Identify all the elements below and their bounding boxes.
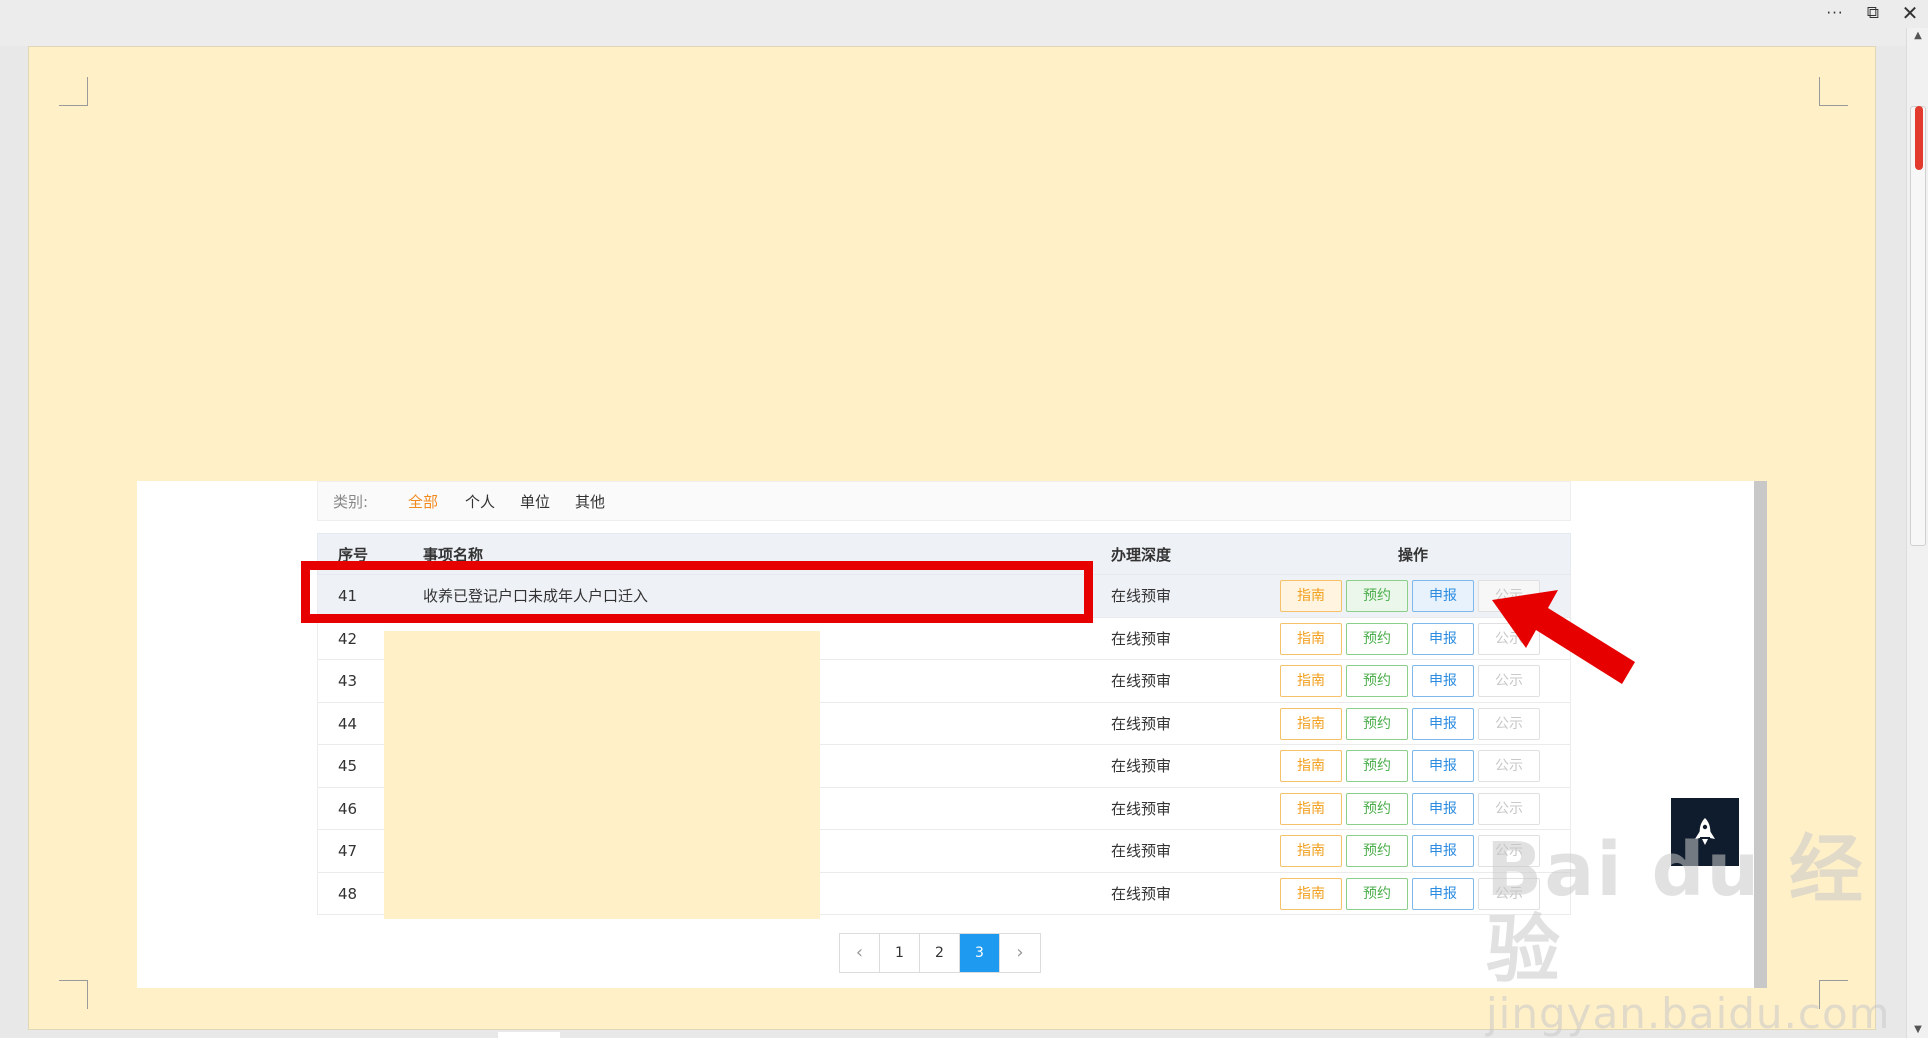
book-button[interactable]: 预约 <box>1346 792 1408 825</box>
apply-button[interactable]: 申报 <box>1412 792 1474 825</box>
embedded-screenshot: 类别: 全部 个人 单位 其他 序号 事项名称 办理深度 操作 41 收养已登记… <box>137 481 1767 988</box>
book-button[interactable]: 预约 <box>1346 835 1408 867</box>
row-depth: 在线预审 <box>1111 799 1172 818</box>
row-number: 48 <box>338 884 358 903</box>
apply-button[interactable]: 申报 <box>1412 750 1474 782</box>
apply-button[interactable]: 申报 <box>1412 665 1474 697</box>
annotation-highlight-box <box>301 561 1093 623</box>
guide-button[interactable]: 指南 <box>1280 792 1342 825</box>
page-corner-mark <box>1819 77 1848 106</box>
publicity-button[interactable]: 公示 <box>1478 750 1540 782</box>
scroll-up-arrow-icon[interactable]: ▲ <box>1911 30 1925 42</box>
row-number: 45 <box>338 757 358 775</box>
redaction-mask <box>384 631 820 919</box>
page-corner-mark <box>1819 980 1848 1009</box>
book-button[interactable]: 预约 <box>1346 750 1408 782</box>
guide-button[interactable]: 指南 <box>1280 750 1342 782</box>
book-button[interactable]: 预约 <box>1346 580 1408 612</box>
row-number: 46 <box>338 799 358 818</box>
category-label: 类别: <box>333 493 369 511</box>
guide-button[interactable]: 指南 <box>1280 877 1342 910</box>
prev-page-button[interactable]: ‹ <box>840 934 880 972</box>
apply-button[interactable]: 申报 <box>1412 580 1474 612</box>
rocket-icon <box>1695 818 1715 845</box>
row-number: 43 <box>338 672 358 690</box>
row-depth: 在线预审 <box>1111 629 1172 648</box>
publicity-button[interactable]: 公示 <box>1478 835 1540 867</box>
guide-button[interactable]: 指南 <box>1280 707 1342 740</box>
red-arrow-icon <box>1492 590 1635 684</box>
publicity-button[interactable]: 公示 <box>1478 792 1540 825</box>
book-button[interactable]: 预约 <box>1346 877 1408 910</box>
page-corner-mark <box>59 980 88 1009</box>
page-button-2[interactable]: 2 <box>920 934 960 972</box>
scroll-down-arrow-icon[interactable]: ▼ <box>1911 1024 1925 1036</box>
apply-button[interactable]: 申报 <box>1412 835 1474 867</box>
restore-window-button[interactable]: ⧉ <box>1858 2 1888 24</box>
row-depth: 在线预审 <box>1111 884 1172 903</box>
apply-button[interactable]: 申报 <box>1412 877 1474 910</box>
book-button[interactable]: 预约 <box>1346 622 1408 655</box>
book-button[interactable]: 预约 <box>1346 707 1408 740</box>
row-number: 47 <box>338 842 358 860</box>
pagination: ‹ 1 2 3 › <box>839 933 1041 973</box>
guide-button[interactable]: 指南 <box>1280 835 1342 867</box>
filter-option-unit[interactable]: 单位 <box>520 492 550 512</box>
book-button[interactable]: 预约 <box>1346 665 1408 697</box>
apply-button[interactable]: 申报 <box>1412 707 1474 740</box>
publicity-button[interactable]: 公示 <box>1478 877 1540 910</box>
page-button-1[interactable]: 1 <box>880 934 920 972</box>
apply-button[interactable]: 申报 <box>1412 622 1474 655</box>
guide-button[interactable]: 指南 <box>1280 665 1342 697</box>
next-page-button[interactable]: › <box>1000 934 1040 972</box>
category-filter-bar: 类别: 全部 个人 单位 其他 <box>317 481 1571 521</box>
row-depth: 在线预审 <box>1111 842 1172 860</box>
vertical-scrollbar[interactable]: ▲ ▼ <box>1906 28 1928 1038</box>
header-depth: 办理深度 <box>1111 546 1172 564</box>
embedded-scrollbar <box>1754 481 1767 988</box>
close-window-button[interactable]: ✕ <box>1895 2 1925 24</box>
page-button-3[interactable]: 3 <box>960 934 1000 972</box>
window-titlebar: ··· ⧉ ✕ <box>0 0 1928 46</box>
scrollbar-thumb[interactable] <box>1915 106 1923 170</box>
filter-option-other[interactable]: 其他 <box>575 492 605 512</box>
back-to-top-button[interactable] <box>1671 798 1739 866</box>
publicity-button[interactable]: 公示 <box>1478 707 1540 740</box>
filter-option-personal[interactable]: 个人 <box>465 492 495 512</box>
guide-button[interactable]: 指南 <box>1280 580 1342 612</box>
page-corner-mark <box>59 77 88 106</box>
scrollbar-track[interactable] <box>1910 106 1926 546</box>
row-depth: 在线预审 <box>1111 757 1172 775</box>
row-number: 44 <box>338 714 358 733</box>
guide-button[interactable]: 指南 <box>1280 622 1342 655</box>
row-depth: 在线预审 <box>1111 714 1172 733</box>
row-depth: 在线预审 <box>1111 587 1172 605</box>
more-options-button[interactable]: ··· <box>1820 2 1850 24</box>
row-number: 42 <box>338 629 358 648</box>
row-depth: 在线预审 <box>1111 672 1172 690</box>
header-operations: 操作 <box>1398 546 1429 564</box>
filter-option-all[interactable]: 全部 <box>408 492 438 512</box>
horizontal-scrollbar-thumb[interactable] <box>498 1032 560 1038</box>
